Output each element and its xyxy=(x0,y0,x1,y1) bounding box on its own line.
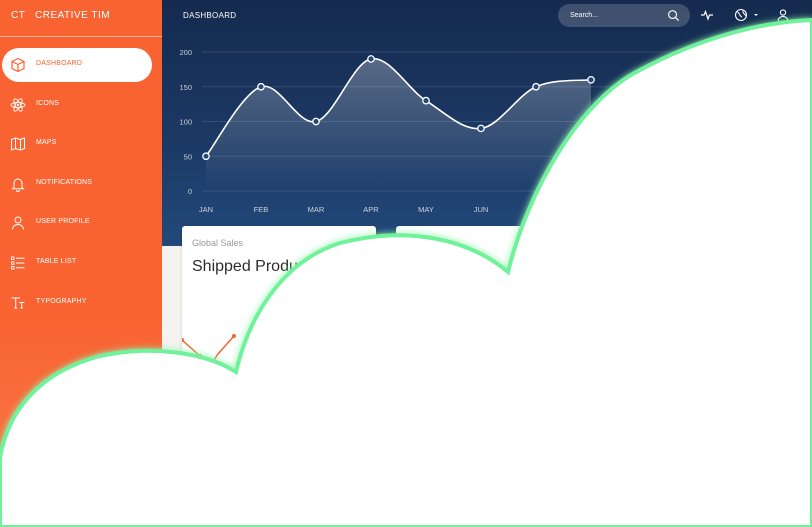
sidebar-item-maps[interactable]: MAPS xyxy=(0,127,162,161)
atom-icon xyxy=(10,97,26,112)
x-tick-label: JUL xyxy=(529,205,542,214)
sidebar-item-label: TABLE LIST xyxy=(36,257,77,265)
sidebar-item-dashboard[interactable]: DASHBOARD xyxy=(2,48,152,82)
x-tick-label: AUG xyxy=(583,205,599,214)
pulse-icon[interactable] xyxy=(700,8,714,22)
search-icon[interactable] xyxy=(667,9,680,22)
y-tick-label: 100 xyxy=(179,118,192,127)
y-tick-label: 150 xyxy=(179,83,192,92)
data-point[interactable] xyxy=(587,75,595,84)
data-point[interactable] xyxy=(477,124,485,133)
sidebar-item-label: MAPS xyxy=(36,139,57,147)
sidebar-item-label: TYPOGRAPHY xyxy=(36,297,87,305)
sidebar-item-typography[interactable]: TYPOGRAPHY xyxy=(0,286,162,320)
chart-area-fill xyxy=(206,58,591,191)
sidebar-item-table-list[interactable]: TABLE LIST xyxy=(0,246,162,280)
x-tick-label: FEB xyxy=(254,205,269,214)
card-title: All Products xyxy=(406,258,492,275)
sidebar-item-icons[interactable]: ICONS xyxy=(0,88,162,122)
x-tick-label: MAR xyxy=(308,205,325,214)
card-all-products: 2018 Sales All Products xyxy=(396,226,586,527)
sidebar-logo[interactable]: CT CREATIVE TIM xyxy=(0,0,162,37)
data-point[interactable] xyxy=(422,96,430,105)
globe-icon[interactable] xyxy=(734,8,748,22)
card-category: Global Sales xyxy=(192,238,244,248)
y-tick-label: 50 xyxy=(184,152,192,161)
data-point[interactable] xyxy=(312,117,320,126)
x-tick-label: JAN xyxy=(199,205,213,214)
line-chart: 0 50 100 150 200 JAN FEB MAR APR MAY JUN JUL AUG xyxy=(179,48,812,214)
list-icon xyxy=(11,256,25,270)
x-tick-label: MAY xyxy=(418,205,434,214)
logo-name[interactable]: CREATIVE TIM xyxy=(35,10,110,21)
user-icon[interactable] xyxy=(776,8,790,22)
x-tick-label: JUN xyxy=(474,205,489,214)
card-shipped-products: Global Sales Shipped Products xyxy=(182,226,376,527)
panel-header: DASHBOARD Search... 0 50 100 150 200 JAN FEB MA… xyxy=(162,0,812,246)
sidebar: CT CREATIVE TIM DASHBOARD ICONS MAPS NOT… xyxy=(0,0,162,527)
navbar-brand[interactable]: DASHBOARD xyxy=(183,11,236,20)
chevron-down-icon[interactable] xyxy=(752,8,760,22)
cube-icon xyxy=(11,57,25,73)
search-input[interactable]: Search... xyxy=(558,4,690,27)
data-point[interactable] xyxy=(202,152,210,161)
mini-line-chart xyxy=(182,334,236,368)
text-icon xyxy=(11,297,25,309)
card-category: 2018 Sales xyxy=(406,238,452,248)
sidebar-item-label: NOTIFICATIONS xyxy=(36,178,93,186)
sidebar-item-user-profile[interactable]: USER PROFILE xyxy=(0,206,162,240)
bell-icon xyxy=(11,178,25,192)
logo-mini[interactable]: CT xyxy=(11,10,25,21)
card-title: Shipped Products xyxy=(192,258,319,275)
user-icon xyxy=(12,216,24,230)
data-point[interactable] xyxy=(257,82,265,91)
sidebar-item-label: USER PROFILE xyxy=(36,218,90,226)
data-point[interactable] xyxy=(532,82,540,91)
main-panel: DASHBOARD Search... 0 50 100 150 200 JAN FEB MA… xyxy=(162,0,812,527)
y-tick-label: 200 xyxy=(179,48,192,57)
sidebar-item-label: ICONS xyxy=(36,99,60,107)
sidebar-item-label: DASHBOARD xyxy=(36,60,83,67)
x-tick-label: APR xyxy=(363,205,379,214)
data-point[interactable] xyxy=(367,55,375,63)
search-placeholder: Search... xyxy=(570,12,599,19)
y-tick-label: 0 xyxy=(188,187,192,196)
map-icon xyxy=(11,137,25,151)
sidebar-nav: DASHBOARD ICONS MAPS NOTIFICATIONS USER … xyxy=(0,48,162,325)
sidebar-item-notifications[interactable]: NOTIFICATIONS xyxy=(0,167,162,201)
